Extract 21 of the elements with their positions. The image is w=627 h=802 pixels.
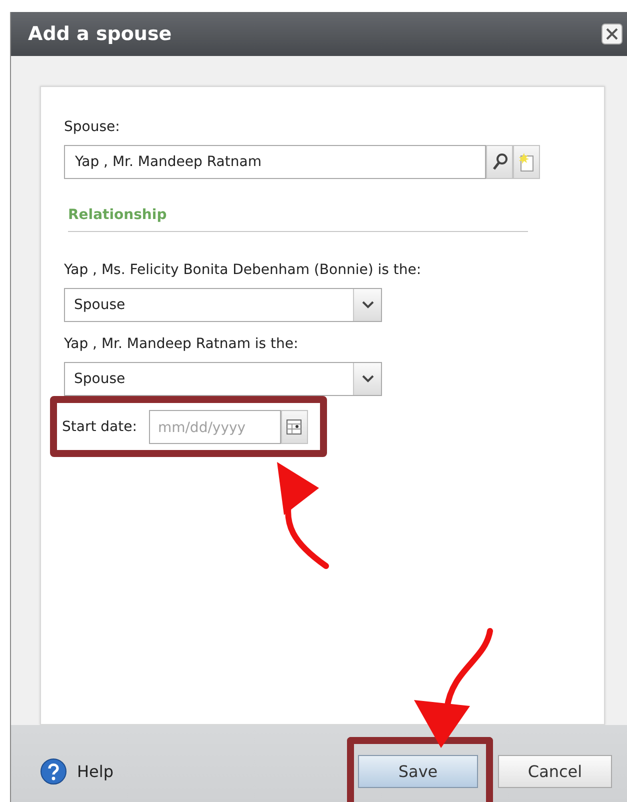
help-icon[interactable]: [40, 758, 67, 785]
window-title: Add a spouse: [28, 23, 172, 45]
chevron-down-icon: [362, 375, 374, 383]
new-document-icon: [518, 152, 535, 172]
spouse-field[interactable]: Yap , Mr. Mandeep Ratnam: [64, 145, 486, 179]
calendar-button[interactable]: [280, 410, 308, 444]
help-link[interactable]: Help: [77, 762, 114, 781]
field-label: Start date:: [62, 419, 137, 435]
relationship-select[interactable]: Spouse: [64, 362, 382, 396]
field-label: Spouse:: [64, 119, 120, 135]
search-icon: [492, 153, 508, 171]
field-label: Yap , Ms. Felicity Bonita Debenham (Bonnie) is the:: [64, 262, 422, 278]
chevron-down-icon: [362, 301, 374, 309]
search-button[interactable]: [486, 145, 513, 179]
save-button[interactable]: Save: [358, 755, 478, 788]
section-heading: Relationship: [68, 207, 167, 223]
close-icon[interactable]: [601, 23, 623, 45]
calendar-icon: [286, 419, 302, 435]
field-label: Yap , Mr. Mandeep Ratnam is the:: [64, 336, 300, 352]
relationship-select[interactable]: Spouse: [64, 288, 382, 322]
cancel-button[interactable]: Cancel: [498, 755, 612, 788]
